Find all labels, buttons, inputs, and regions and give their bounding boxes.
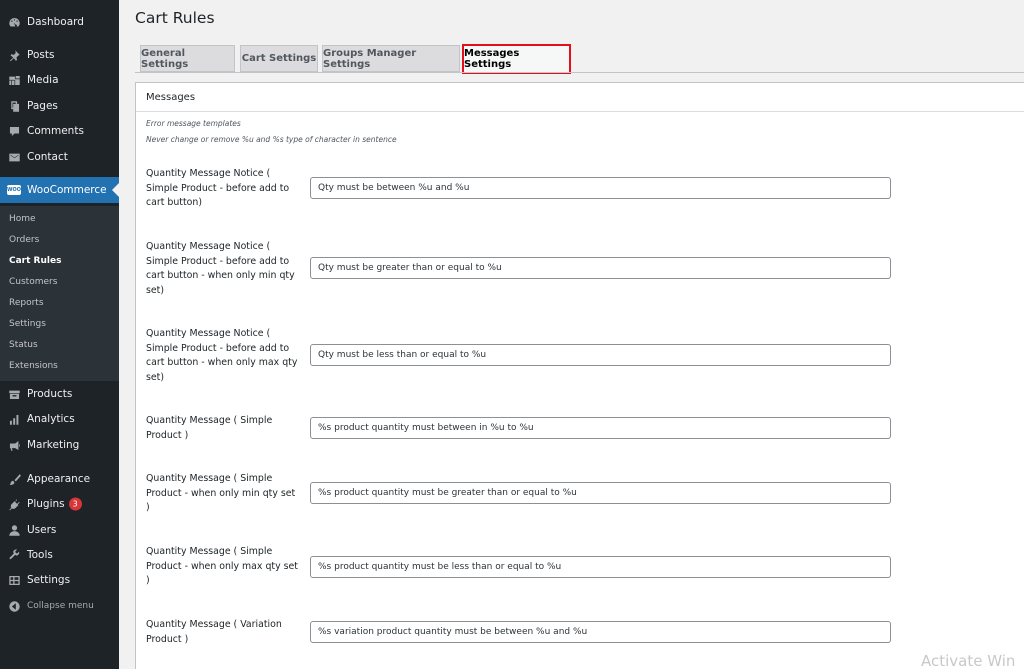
woocommerce-submenu: Home Orders Cart Rules Customers Reports… [0,206,119,381]
collapse-menu-button[interactable]: Collapse menu [0,593,119,619]
plug-icon [7,497,21,511]
menu-contact[interactable]: Contact [0,144,119,170]
menu-label: Products [27,388,73,400]
tab-groups-manager-settings[interactable]: Groups Manager Settings [322,45,460,72]
message-input-1[interactable] [310,177,891,199]
menu-analytics[interactable]: Analytics [0,406,119,432]
panel-title: Messages [146,92,196,103]
field-label: Quantity Message ( Simple Product - when… [146,546,298,586]
menu-label: Users [27,524,57,536]
menu-label: Analytics [27,413,75,425]
menu-label: Pages [27,100,58,112]
collapse-icon [7,599,21,613]
field-label: Quantity Message ( Simple Product ) [146,415,273,441]
menu-label: WooCommerce [27,184,107,196]
bar-chart-icon [7,412,21,426]
field-label: Quantity Message ( Variation Product ) [146,619,282,645]
tab-general-settings[interactable]: General Settings [140,45,235,72]
menu-settings[interactable]: Settings [0,567,119,593]
panel-header: Messages [136,83,1024,112]
submenu-settings[interactable]: Settings [9,319,46,329]
menu-label: Media [27,74,59,86]
submenu-extensions[interactable]: Extensions [9,361,58,371]
menu-label: Settings [27,574,71,586]
menu-marketing[interactable]: Marketing [0,432,119,458]
message-input-3[interactable] [310,344,891,366]
menu-woocommerce[interactable]: WOO WooCommerce [0,177,119,203]
tab-divider [135,72,1024,73]
menu-media[interactable]: Media [0,67,119,93]
submenu-home[interactable]: Home [9,214,36,224]
admin-sidebar: Dashboard Posts Media Pages Comments Con… [0,0,119,669]
menu-label: Contact [27,151,68,163]
field-label: Quantity Message Notice ( Simple Product… [146,241,295,296]
page-title: Cart Rules [135,9,215,27]
menu-appearance[interactable]: Appearance [0,466,119,492]
tab-messages-settings[interactable]: Messages Settings [462,44,571,74]
pin-icon [7,48,21,62]
menu-posts[interactable]: Posts [0,42,119,68]
pages-icon [7,99,21,113]
submenu-cart-rules[interactable]: Cart Rules [9,256,61,266]
menu-products[interactable]: Products [0,381,119,407]
submenu-reports[interactable]: Reports [9,298,44,308]
field-label: Quantity Message Notice ( Simple Product… [146,168,290,208]
menu-label: Dashboard [27,16,84,28]
settings-icon [7,573,21,587]
megaphone-icon [7,438,21,452]
field-label: Quantity Message ( Simple Product - when… [146,473,296,513]
message-input-4[interactable] [310,417,891,439]
menu-plugins[interactable]: Plugins 3 [0,491,119,517]
dashboard-icon [7,15,21,29]
user-icon [7,523,21,537]
message-input-2[interactable] [310,257,891,279]
menu-label: Tools [27,549,53,561]
menu-label: Plugins 3 [27,497,82,511]
menu-label: Comments [27,125,84,137]
woocommerce-icon: WOO [6,185,22,195]
submenu-customers[interactable]: Customers [9,277,57,287]
comment-icon [7,124,21,138]
field-label: Quantity Message Notice ( Simple Product… [146,328,298,383]
activate-windows-watermark: Activate Win [921,652,1016,669]
archive-icon [7,387,21,401]
menu-users[interactable]: Users [0,517,119,543]
menu-tools[interactable]: Tools [0,542,119,568]
plugins-update-badge: 3 [68,497,82,511]
tab-cart-settings[interactable]: Cart Settings [240,45,318,72]
menu-dashboard[interactable]: Dashboard [0,9,119,35]
menu-label: Appearance [27,473,91,485]
menu-label: Marketing [27,439,80,451]
collapse-label: Collapse menu [27,601,94,611]
note-warning: Never change or remove %u and %s type of… [146,135,397,144]
submenu-orders[interactable]: Orders [9,235,39,245]
message-input-5[interactable] [310,482,891,504]
brush-icon [7,472,21,486]
submenu-status[interactable]: Status [9,340,38,350]
menu-pages[interactable]: Pages [0,93,119,119]
message-input-7[interactable] [310,621,891,643]
note-error-templates: Error message templates [146,119,241,128]
menu-label: Posts [27,49,55,61]
message-input-6[interactable] [310,556,891,578]
messages-panel: Messages Error message templates Never c… [135,82,1024,669]
media-icon [7,73,21,87]
menu-comments[interactable]: Comments [0,118,119,144]
wrench-icon [7,548,21,562]
mail-icon [7,150,21,164]
